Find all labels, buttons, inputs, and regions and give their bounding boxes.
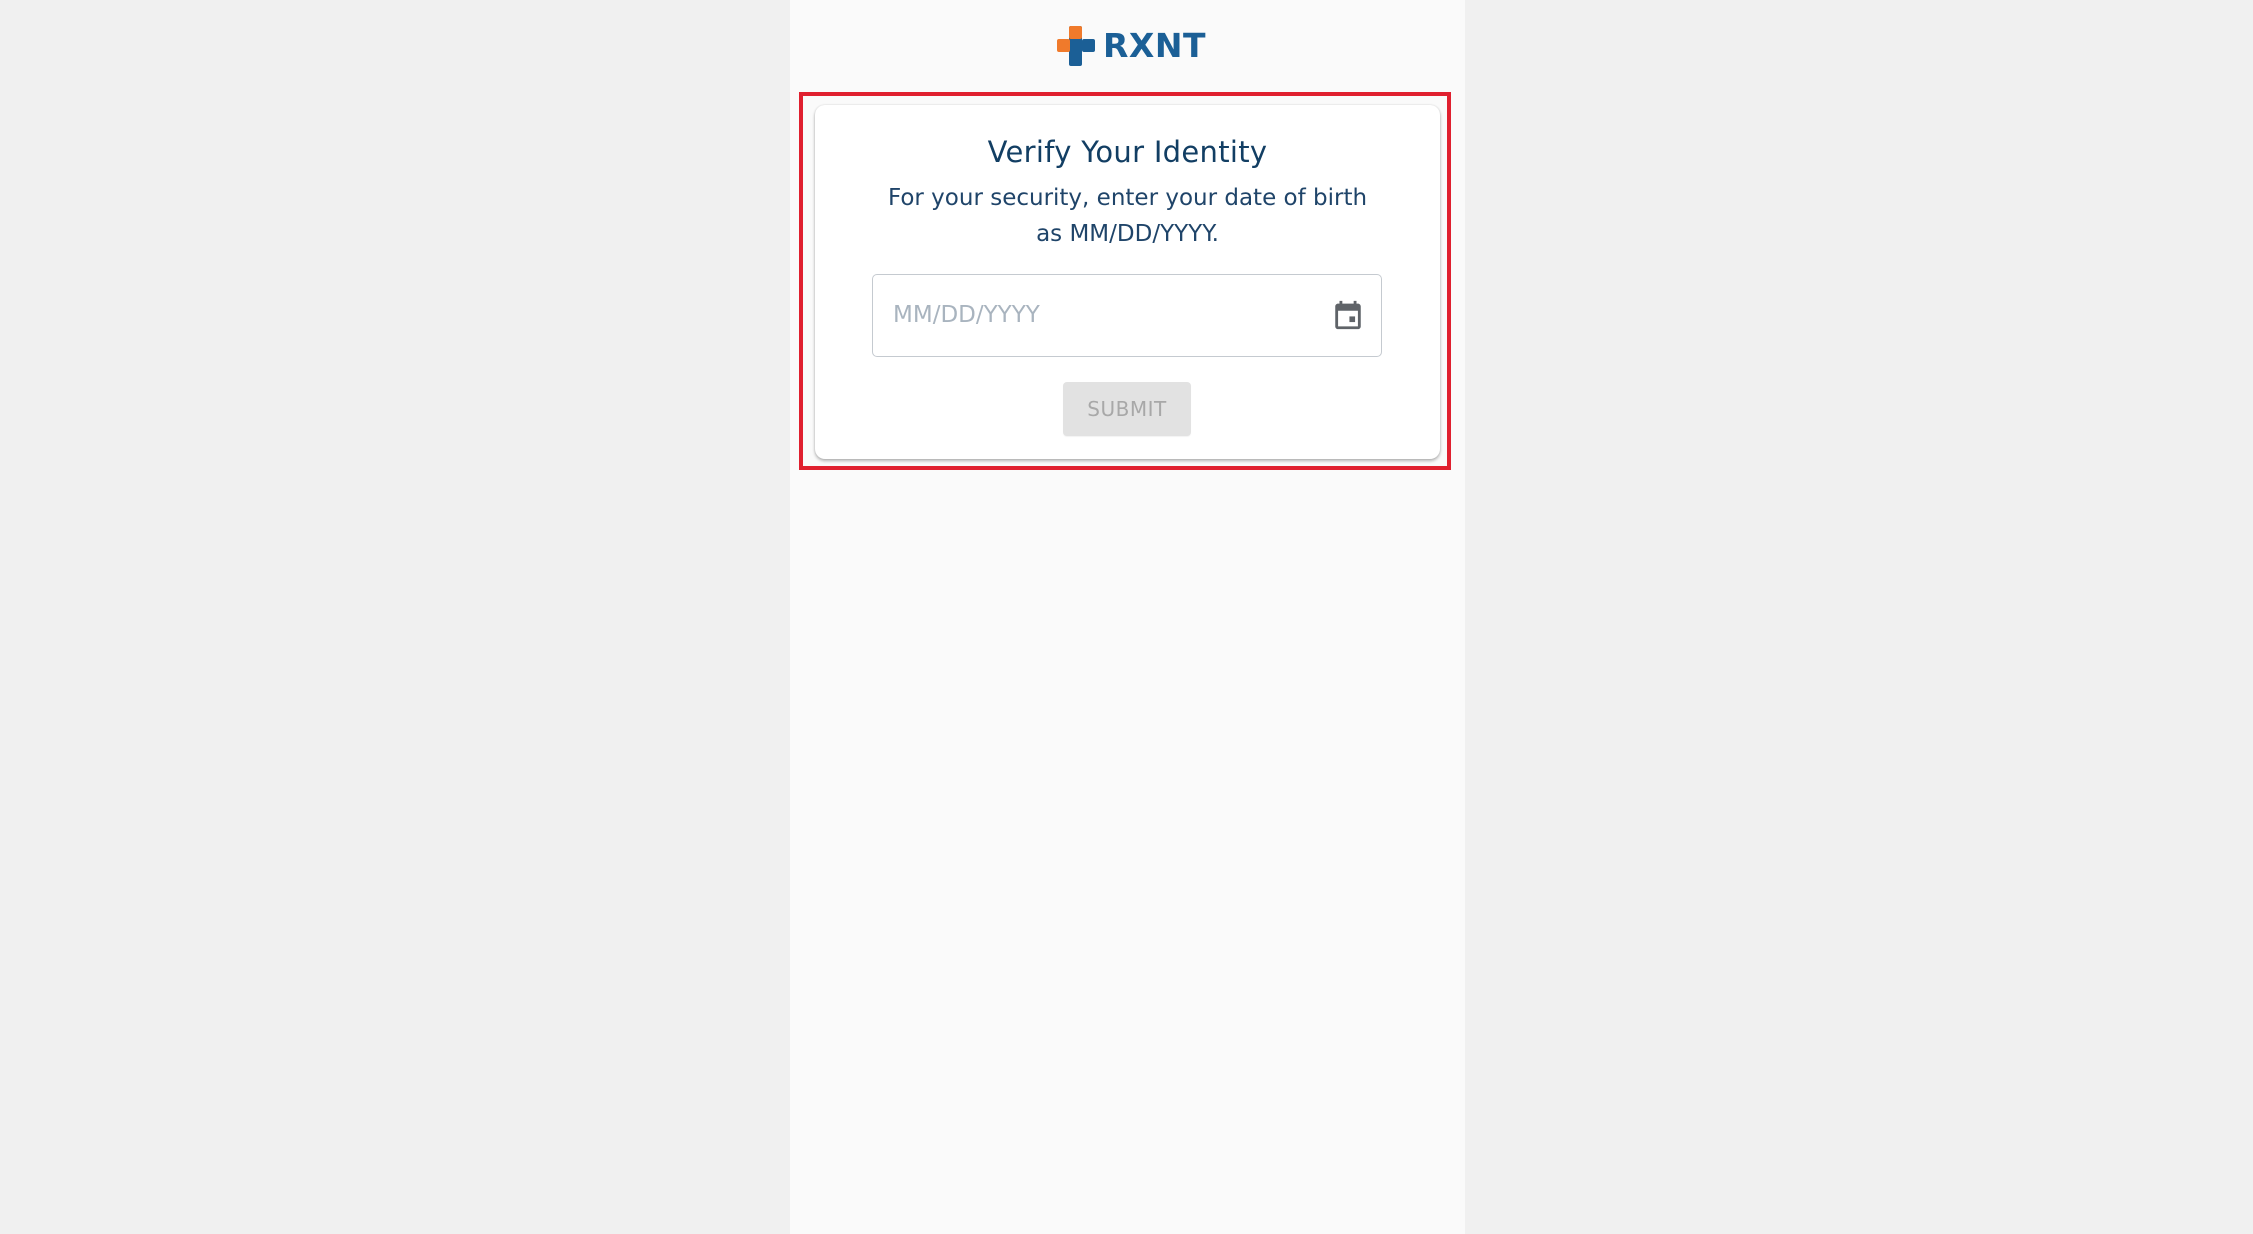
card-title: Verify Your Identity [987,135,1268,169]
rxnt-logo: RXNT [1057,24,1206,68]
submit-button[interactable]: SUBMIT [1063,382,1191,436]
brand-name: RXNT [1103,26,1206,65]
date-of-birth-input[interactable] [873,275,1313,355]
calendar-icon[interactable] [1331,298,1365,332]
card-description: For your security, enter your date of bi… [887,185,1368,247]
medical-cross-icon [1057,26,1095,66]
date-of-birth-field[interactable] [872,274,1382,357]
verify-identity-card: Verify Your Identity For your security, … [815,105,1440,459]
